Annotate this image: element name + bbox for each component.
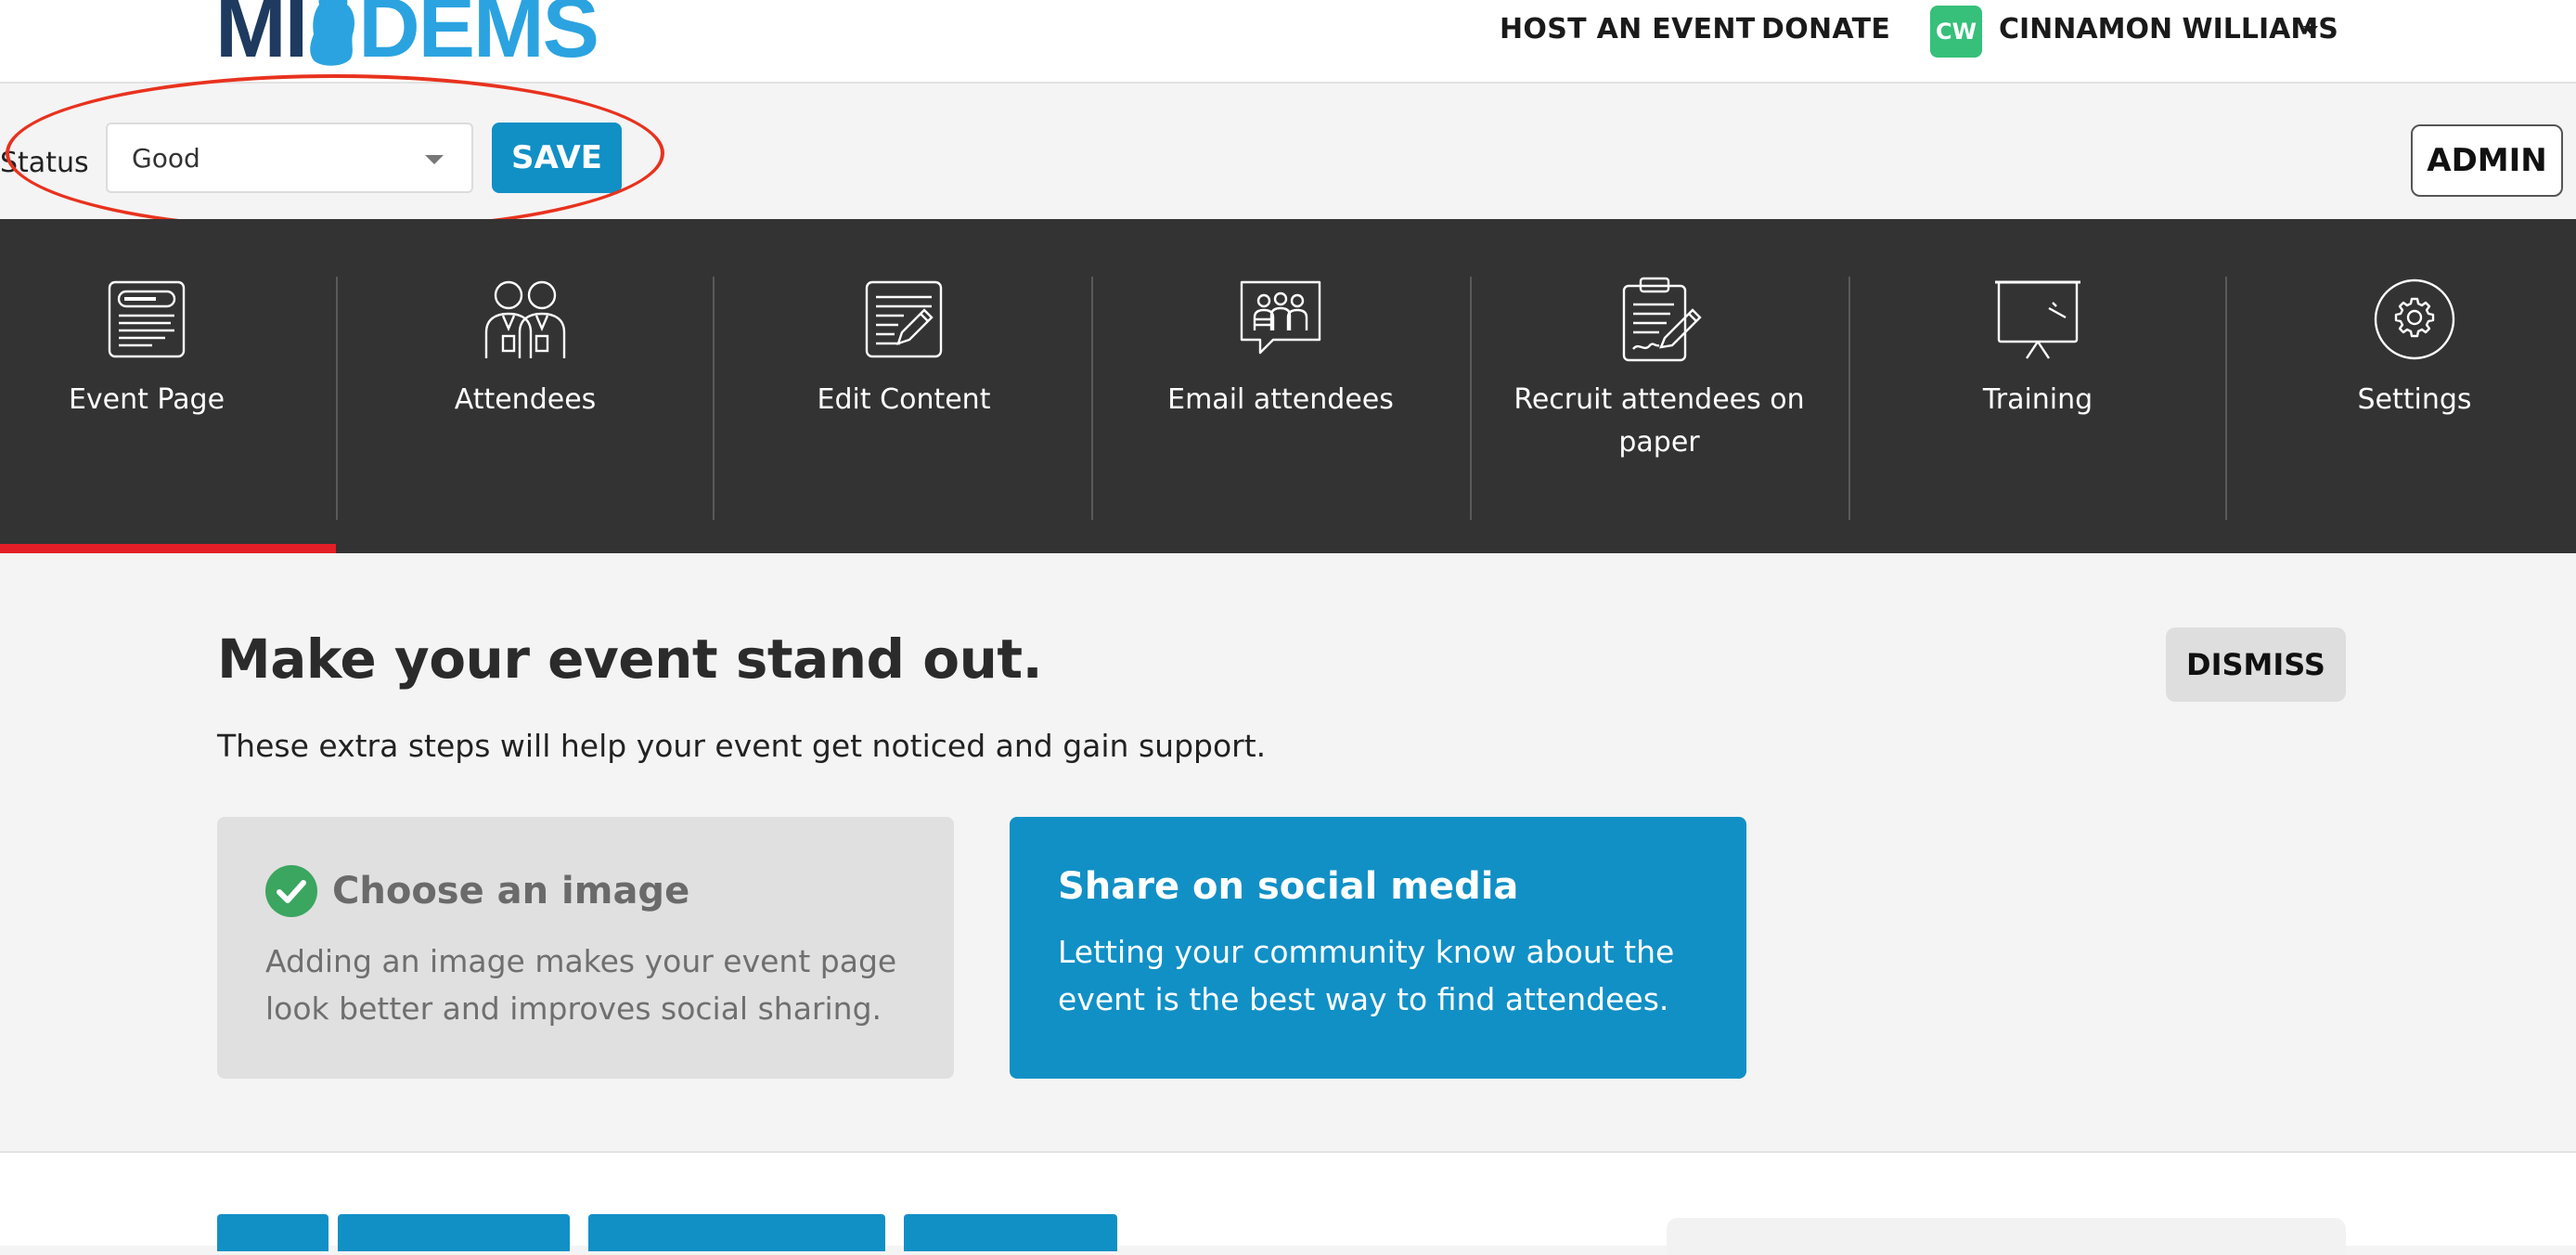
- card-title-row: Choose an image: [265, 865, 908, 917]
- nav-item-edit-content[interactable]: Edit Content: [715, 219, 1093, 553]
- active-tab-indicator: [0, 544, 336, 553]
- donate-link[interactable]: DONATE: [1761, 13, 1890, 45]
- site-logo[interactable]: MI DEMS: [215, 0, 599, 75]
- chevron-down-icon[interactable]: [2303, 26, 2318, 34]
- nav-item-recruit-paper[interactable]: Recruit attendees on paper: [1470, 219, 1848, 553]
- event-page-icon: [108, 280, 186, 358]
- choose-image-card[interactable]: Choose an image Adding an image makes yo…: [217, 817, 954, 1079]
- status-selected-value: Good: [132, 143, 200, 174]
- logo-text-mi: MI: [215, 0, 308, 75]
- nav-item-training[interactable]: Training: [1848, 219, 2227, 553]
- host-event-link[interactable]: HOST AN EVENT: [1500, 13, 1756, 45]
- nav-item-settings[interactable]: Settings: [2225, 219, 2576, 553]
- edit-content-icon: [865, 280, 943, 358]
- nav-label: Event Page: [68, 383, 225, 416]
- status-label: Status: [0, 147, 89, 179]
- dismiss-button[interactable]: DISMISS: [2166, 628, 2346, 702]
- settings-icon: [2374, 278, 2455, 360]
- logo-text-dems: DEMS: [358, 0, 599, 75]
- nav-label: Recruit attendees on paper: [1513, 383, 1805, 459]
- check-circle-icon: [265, 865, 317, 917]
- save-button[interactable]: SAVE: [492, 123, 622, 193]
- michigan-mitten-icon: [310, 0, 355, 66]
- nav-label: Edit Content: [817, 383, 991, 416]
- event-nav-band: Event Page Attendees Edit Content Email …: [0, 219, 2576, 553]
- nav-label: Training: [1982, 383, 2093, 416]
- promo-title: Make your event stand out.: [217, 628, 1043, 691]
- user-menu-name[interactable]: CINNAMON WILLIAMS: [1999, 13, 2338, 45]
- email-attendees-icon: [1240, 280, 1321, 355]
- dropdown-arrow-icon: [425, 155, 444, 164]
- promo-subtitle: These extra steps will help your event g…: [217, 728, 1267, 764]
- training-icon: [1995, 280, 2080, 359]
- event-heading-cutoff: [217, 1214, 1127, 1251]
- nav-item-attendees[interactable]: Attendees: [336, 219, 715, 553]
- card-text: Adding an image makes your event page lo…: [265, 943, 897, 1027]
- side-panel: [1667, 1218, 2346, 1255]
- nav-label: Settings: [2357, 383, 2472, 416]
- card-text: Letting your community know about the ev…: [1058, 934, 1675, 1017]
- top-header: MI DEMS HOST AN EVENT DONATE CW CINNAMON…: [0, 0, 2576, 84]
- nav-item-event-page[interactable]: Event Page: [0, 219, 336, 553]
- status-select[interactable]: Good: [106, 123, 473, 193]
- attendees-icon: [484, 280, 566, 358]
- admin-button[interactable]: ADMIN: [2411, 124, 2563, 197]
- avatar-initials: CW: [1935, 19, 1977, 45]
- user-avatar[interactable]: CW: [1930, 6, 1982, 58]
- nav-label: Email attendees: [1167, 383, 1394, 416]
- nav-label: Attendees: [454, 383, 597, 416]
- nav-item-email-attendees[interactable]: Email attendees: [1091, 219, 1470, 553]
- card-title: Share on social media: [1058, 865, 1519, 908]
- clipboard-icon: [1622, 277, 1702, 362]
- card-title: Choose an image: [332, 870, 690, 912]
- share-social-card[interactable]: Share on social media Letting your commu…: [1010, 817, 1746, 1079]
